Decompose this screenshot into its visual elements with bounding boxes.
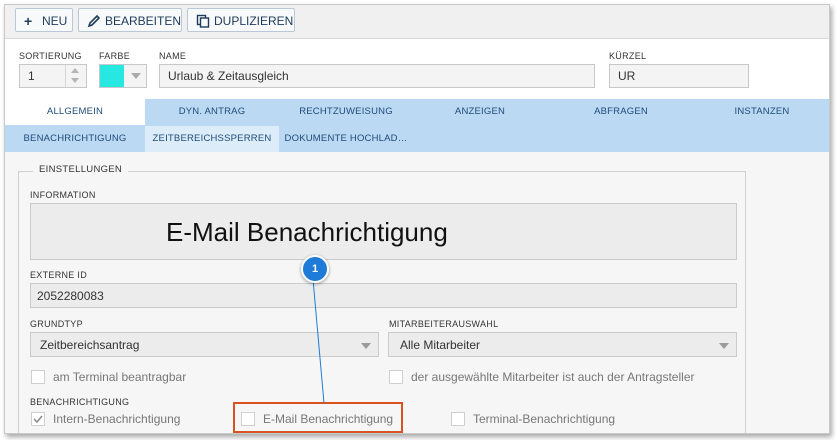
- callout-line: [311, 267, 325, 404]
- window-frame: + NEU BEARBEITEN DUPLIZIEREN SORTIERUNG …: [4, 4, 830, 434]
- callout-badge: 1: [301, 255, 329, 283]
